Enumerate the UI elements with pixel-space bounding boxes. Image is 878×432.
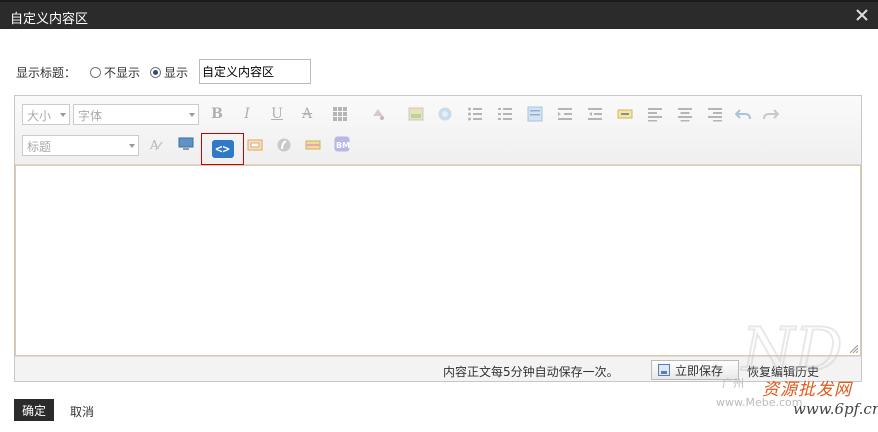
svg-text:BM: BM [336,141,350,150]
underline-icon[interactable]: U [266,104,288,124]
outdent-icon[interactable] [584,104,606,124]
undo-icon[interactable] [732,104,754,124]
editor-toolbar: 大小 字体 B I U A 标题 A <> BM [15,96,861,165]
watermark-url: www.6pf.cn [793,400,878,418]
font-size-value: 大小 [27,109,52,123]
radio-hide-title[interactable]: 不显示 [90,64,140,81]
image-icon[interactable] [405,104,427,124]
svg-text:ND: ND [740,315,843,382]
source-code-button[interactable]: <> [201,133,244,165]
radio-dot-checked[interactable] [150,66,162,78]
align-left-icon[interactable] [644,104,666,124]
font-size-select[interactable]: 大小 [22,104,70,125]
radio-hide-label: 不显示 [104,65,141,80]
cancel-button[interactable]: 取消 [70,403,94,420]
svg-text:A: A [149,138,159,152]
autosave-notice: 内容正文每5分钟自动保存一次。 [443,365,619,379]
font-color-icon[interactable]: A [145,135,167,155]
title-option-row: 显示标题： 不显示 显示 [16,59,198,85]
media-icon[interactable] [175,134,197,154]
save-now-label: 立即保存 [675,363,724,378]
link-icon[interactable] [614,104,636,124]
strikethrough-icon[interactable]: A [296,104,318,124]
unordered-list-icon[interactable] [464,104,486,124]
attachment-icon[interactable] [244,135,266,155]
bold-icon[interactable]: B [206,104,228,124]
resize-grip-icon[interactable] [850,345,858,353]
quote-icon[interactable] [524,104,546,124]
insert-icon[interactable] [302,135,324,155]
redo-icon[interactable] [760,104,782,124]
radio-dot[interactable] [90,66,102,78]
font-family-value: 字体 [78,109,103,123]
font-family-select[interactable]: 字体 [73,104,199,125]
ordered-list-icon[interactable] [494,104,516,124]
bm-icon[interactable]: BM [331,134,353,154]
radio-show-title[interactable]: 显示 [150,64,188,81]
close-icon[interactable] [852,5,872,25]
editor-content-area[interactable] [15,165,861,356]
radio-show-label: 显示 [164,65,189,80]
source-code-icon[interactable]: <> [211,140,234,158]
watermark-url-gray: www.Mebe.com [716,396,803,409]
dialog-titlebar: 自定义内容区 [0,0,878,29]
highlight-icon[interactable] [367,104,389,124]
dialog-title: 自定义内容区 [10,12,89,27]
flash-icon[interactable] [273,135,295,155]
title-text-input[interactable] [199,59,311,84]
show-title-label: 显示标题： [16,65,77,80]
rich-text-editor: 大小 字体 B I U A 标题 A <> BM 内容正文每5分钟自动保存一次。… [14,95,862,382]
align-right-icon[interactable] [704,104,726,124]
heading-select[interactable]: 标题 [22,135,139,156]
custom-content-dialog: 自定义内容区 显示标题： 不显示 显示 大小 字体 B I U A [0,0,878,432]
confirm-button[interactable]: 确定 [14,399,54,421]
indent-icon[interactable] [554,104,576,124]
align-center-icon[interactable] [674,104,696,124]
emoji-icon[interactable] [434,104,456,124]
italic-icon[interactable]: I [236,104,258,124]
watermark-small-text: 广州 [722,377,744,390]
floppy-disk-icon [658,364,670,376]
heading-value: 标题 [27,140,52,154]
watermark-logo-icon: ND [740,314,844,382]
table-icon[interactable] [329,104,351,124]
